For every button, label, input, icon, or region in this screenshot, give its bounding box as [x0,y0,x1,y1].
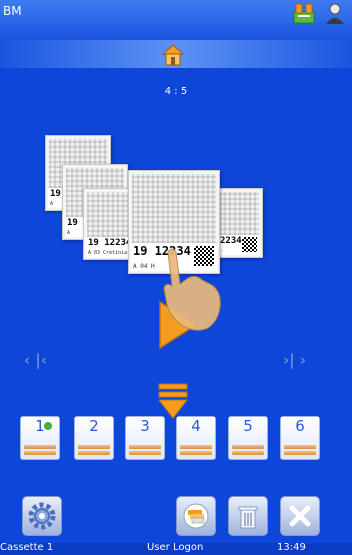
slot-label: 3 [140,417,150,435]
first-page-nav[interactable]: ‹ |‹ [24,351,47,369]
cassette-slot-6[interactable]: 6 [280,416,320,460]
cassette-slot-1[interactable]: 1 [20,416,60,460]
cassette-slot-4[interactable]: 4 [176,416,216,460]
top-bar: BM [0,0,352,40]
slot-cassette-bars [78,443,110,455]
cassette-carousel[interactable]: 19 1A 19 1A 2234- 19 12234 A 03 Cretinia … [40,130,270,280]
cassette-counter: 4 : 5 [164,86,188,97]
check-icon [43,421,53,431]
slot-cassette-bars [284,443,316,455]
hand-icon [163,248,221,331]
slot-cassette-bars [24,443,56,455]
cassette-subtext: A 04 H [133,263,155,270]
status-time: 13:49 [277,542,306,553]
slot-cassette-bars [129,443,161,455]
cassette-subtext: A 03 Cretinia [88,250,128,256]
last-page-nav[interactable]: ›| › [283,351,306,369]
home-icon[interactable] [161,43,185,66]
delete-button[interactable] [228,496,268,536]
close-icon [289,505,311,527]
app-title: BM [3,4,22,18]
download-arrow-icon[interactable] [157,380,189,420]
slot-label: 2 [89,417,99,435]
close-button[interactable] [280,496,320,536]
person-icon[interactable] [323,2,347,24]
cassette-slot-3[interactable]: 3 [125,416,165,460]
cassette-slot-5[interactable]: 5 [228,416,268,460]
slot-label: 1 [35,417,45,435]
cassette-id: 19 12234 [88,238,132,248]
cassette-subtext: A [67,230,71,236]
cassette-grid [219,192,259,235]
cassette-grid [132,174,216,243]
slot-label: 6 [295,417,305,435]
stack-print-icon [183,503,209,529]
cassette-subtext: A [50,201,54,207]
settings-gear-icon [28,502,56,530]
qr-code-icon [242,237,257,252]
cassette-slot-2[interactable]: 2 [74,416,114,460]
slot-label: 5 [243,417,253,435]
printer-status-icon[interactable] [292,2,316,24]
print-stack-button[interactable] [176,496,216,536]
settings-button[interactable] [22,496,62,536]
trash-icon [238,506,258,529]
status-cassette: Cassette 1 [0,542,54,553]
status-user-logon[interactable]: User Logon [147,542,203,553]
slot-label: 4 [191,417,201,435]
slot-cassette-bars [232,443,264,455]
slot-cassette-bars [180,443,212,455]
status-bar: Cassette 1 User Logon 13:49 [0,542,352,555]
